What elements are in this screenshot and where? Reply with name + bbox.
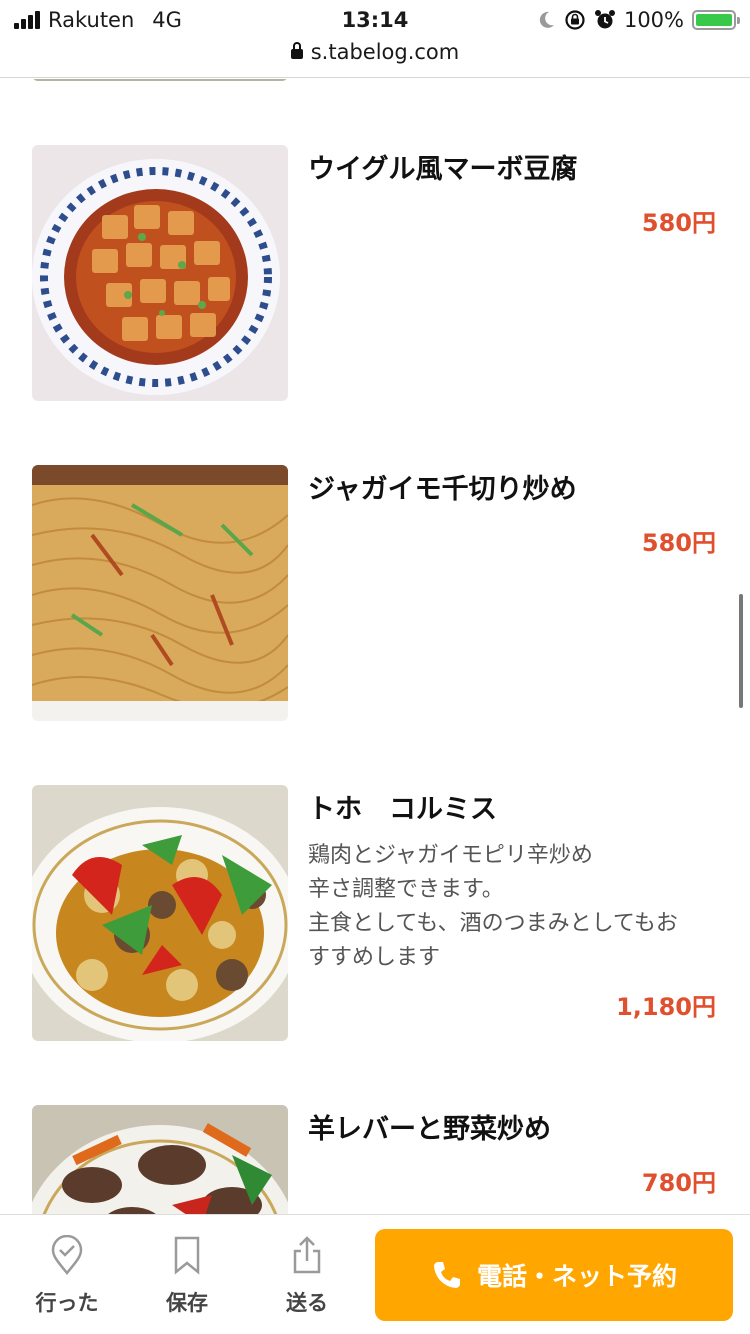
description-line: すすめします — [308, 945, 441, 970]
bookmark-icon — [174, 1236, 200, 1275]
item-name[interactable]: ジャガイモ千切り炒め — [308, 467, 577, 506]
url-text: s.tabelog.com — [310, 40, 460, 64]
description-line: 辛さ調整できます。 — [308, 877, 504, 902]
reserve-label: 電話・ネット予約 — [476, 1262, 677, 1291]
save-label: 保存 — [166, 1291, 208, 1315]
previous-item-photo — [32, 79, 288, 81]
mapo-tofu-photo[interactable] — [32, 145, 288, 401]
battery-icon — [692, 10, 740, 30]
save-button[interactable]: 保存 — [142, 1235, 232, 1317]
moon-icon — [539, 11, 554, 28]
url-bar[interactable]: s.tabelog.com — [0, 40, 750, 78]
item-price: 780円 — [641, 1169, 716, 1197]
menu-item[interactable]: ジャガイモ千切り炒め 580円 — [0, 465, 750, 723]
item-description: 鶏肉とジャガイモピリ辛炒め 辛さ調整できます。 主食としても、酒のつまみとしても… — [308, 839, 728, 975]
item-name[interactable]: トホ コルミス — [308, 787, 497, 826]
potato-stir-fry-photo[interactable] — [32, 465, 288, 721]
item-price: 1,180円 — [616, 993, 716, 1021]
status-right: 100% — [536, 8, 740, 32]
item-name[interactable]: 羊レバーと野菜炒め — [308, 1107, 551, 1146]
battery-percent: 100% — [623, 8, 684, 32]
menu-item[interactable]: トホ コルミス 鶏肉とジャガイモピリ辛炒め 辛さ調整できます。 主食としても、酒… — [0, 785, 750, 1043]
went-label: 行った — [35, 1291, 99, 1315]
share-icon — [293, 1236, 321, 1274]
chicken-potato-photo[interactable] — [32, 785, 288, 1041]
item-name[interactable]: ウイグル風マーボ豆腐 — [308, 147, 577, 186]
reserve-button[interactable]: 電話・ネット予約 — [375, 1229, 733, 1321]
description-line: 鶏肉とジャガイモピリ辛炒め — [308, 843, 593, 868]
alarm-icon — [594, 10, 615, 29]
send-button[interactable]: 送る — [262, 1235, 352, 1317]
item-price: 580円 — [641, 209, 716, 237]
menu-item[interactable]: 羊レバーと野菜炒め 780円 — [0, 1105, 750, 1214]
status-bar: Rakuten 4G 13:14 100% — [0, 0, 750, 40]
went-button[interactable]: 行った — [22, 1234, 112, 1317]
phone-icon — [433, 1262, 460, 1288]
went-check-icon — [51, 1234, 83, 1276]
menu-list[interactable]: ウイグル風マーボ豆腐 580円 ジャガイモ千切り炒め 580円 トホ コルミス … — [0, 79, 750, 1214]
description-line: 主食としても、酒のつまみとしてもお — [308, 911, 678, 936]
menu-item[interactable]: ウイグル風マーボ豆腐 580円 — [0, 145, 750, 403]
rotation-lock-icon — [565, 10, 585, 30]
bottom-toolbar: 行った 保存 送る 電話・ネット予約 — [0, 1214, 750, 1334]
item-price: 580円 — [641, 529, 716, 557]
lamb-liver-photo[interactable] — [32, 1105, 288, 1214]
lock-icon — [290, 42, 303, 59]
scrollbar[interactable] — [739, 594, 743, 708]
send-label: 送る — [286, 1291, 328, 1315]
